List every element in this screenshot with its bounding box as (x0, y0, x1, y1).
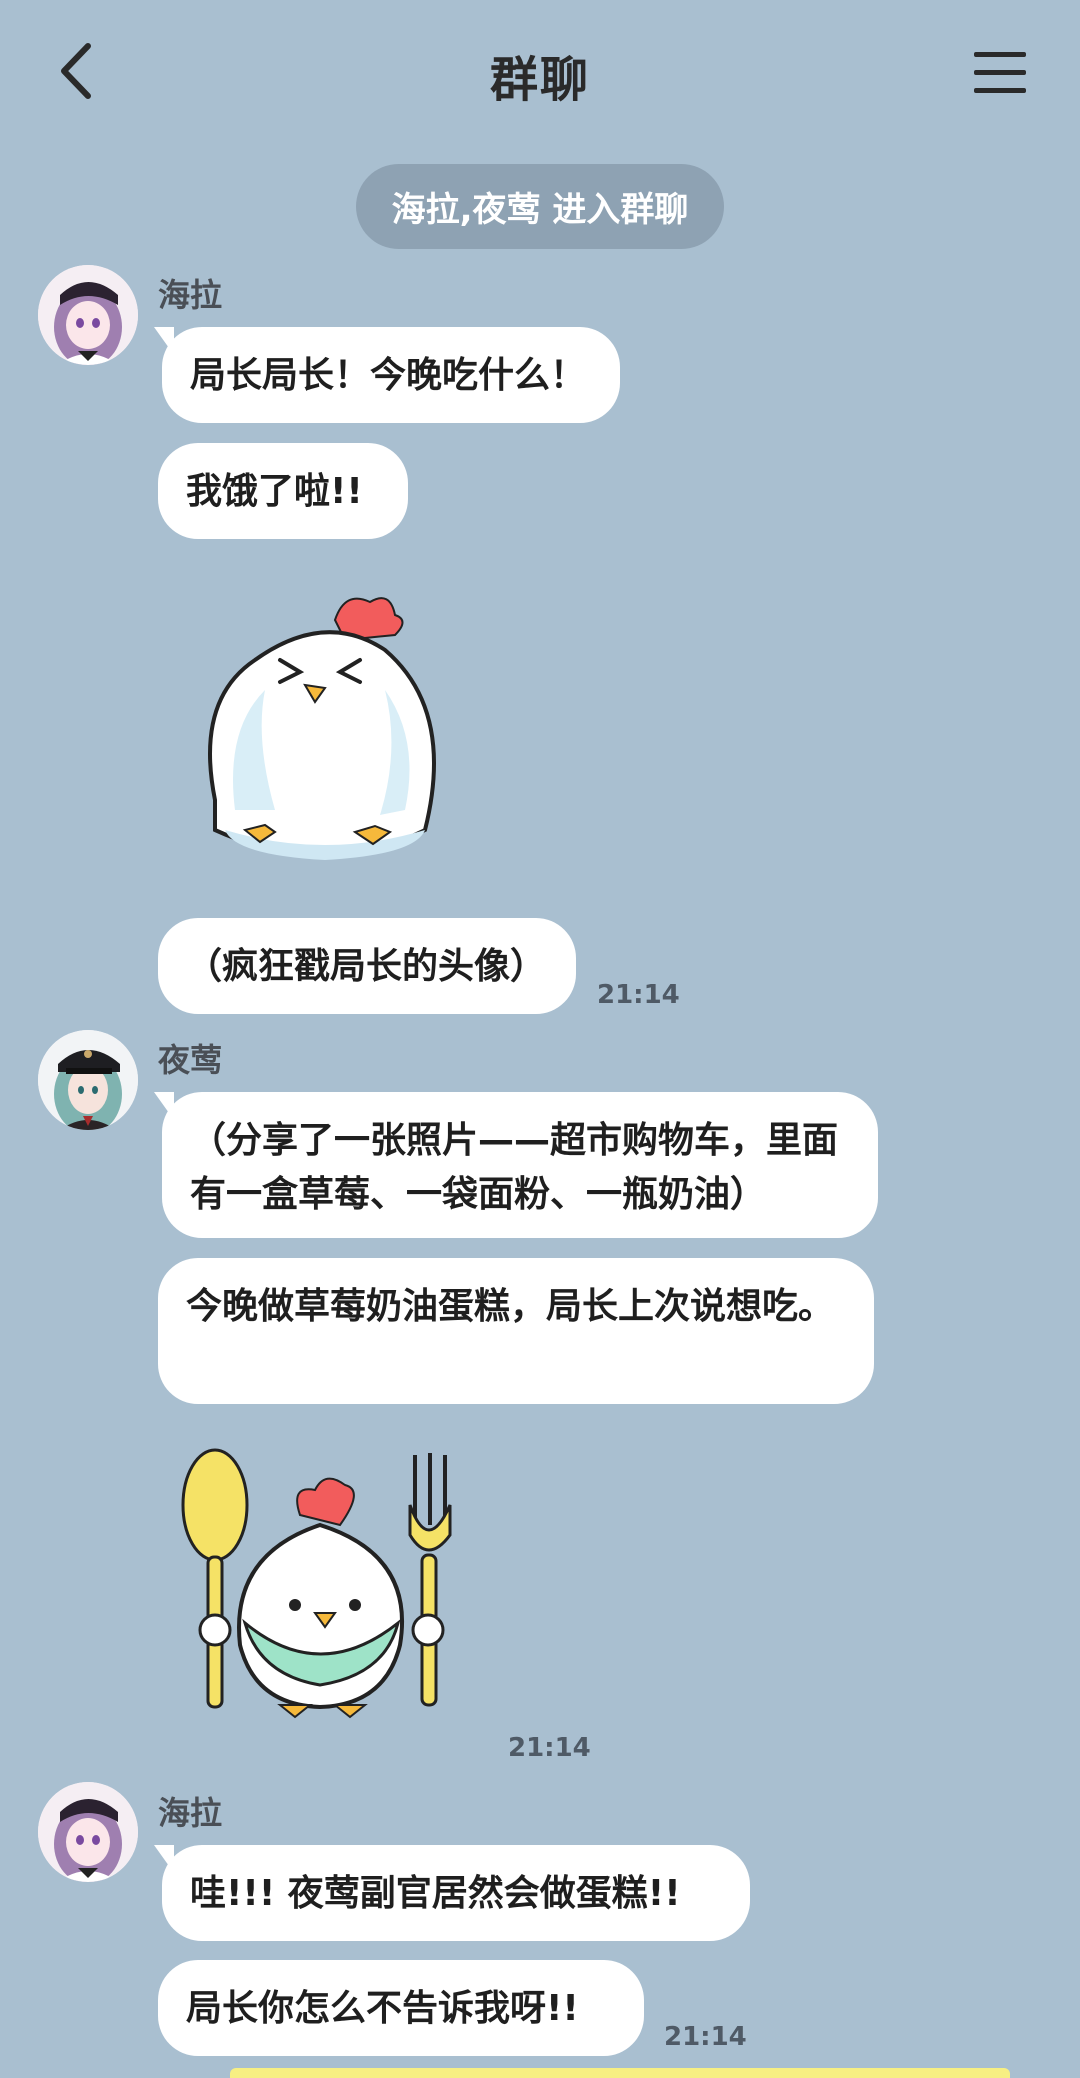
message-bubble[interactable]: 局长局长！今晚吃什么！ (154, 327, 620, 423)
sender-name: 海拉 (158, 276, 223, 314)
message-bubble[interactable]: 今晚做草莓奶油蛋糕，局长上次说想吃。 (158, 1258, 874, 1404)
chick-squinting-sticker[interactable] (185, 580, 475, 870)
message-bubble[interactable]: 局长你怎么不告诉我呀!! (158, 1960, 644, 2056)
purple-hair-girl-avatar-icon (38, 265, 138, 365)
sender-name: 夜莺 (158, 1041, 223, 1079)
message-bubble[interactable]: （分享了一张照片——超市购物车，里面有一盒草莓、一袋面粉、一瓶奶油） (154, 1092, 878, 1238)
message-bubble[interactable]: 哇!!! 夜莺副官居然会做蛋糕!! (154, 1845, 750, 1941)
system-notice: 海拉,夜莺 进入群聊 (0, 164, 1080, 249)
avatar-yeying[interactable] (38, 1030, 138, 1130)
message-bubble[interactable]: 我饿了啦!! (158, 443, 408, 539)
message-bubble[interactable]: （疯狂戳局长的头像） (158, 918, 576, 1014)
page-title: 群聊 (489, 52, 590, 108)
next-message-edge (230, 2068, 1010, 2078)
purple-hair-girl-avatar-icon (38, 1782, 138, 1882)
hamburger-menu-icon (974, 52, 1026, 93)
chick-squinting-icon (208, 597, 436, 860)
chick-with-utensils-icon (181, 1448, 452, 1719)
chick-with-spoon-and-fork-sticker[interactable] (170, 1445, 470, 1735)
avatar-haila[interactable] (38, 1782, 138, 1882)
avatar-haila[interactable] (38, 265, 138, 365)
sender-name: 海拉 (158, 1794, 223, 1832)
app-header: 群聊 (0, 0, 1080, 150)
message-time: 21:14 (597, 980, 680, 1010)
officer-girl-avatar-icon (38, 1030, 138, 1130)
message-time: 21:14 (664, 2022, 747, 2052)
system-notice-pill: 海拉,夜莺 进入群聊 (355, 164, 725, 249)
message-time: 21:14 (508, 1733, 591, 1763)
menu-button[interactable] (972, 46, 1028, 98)
